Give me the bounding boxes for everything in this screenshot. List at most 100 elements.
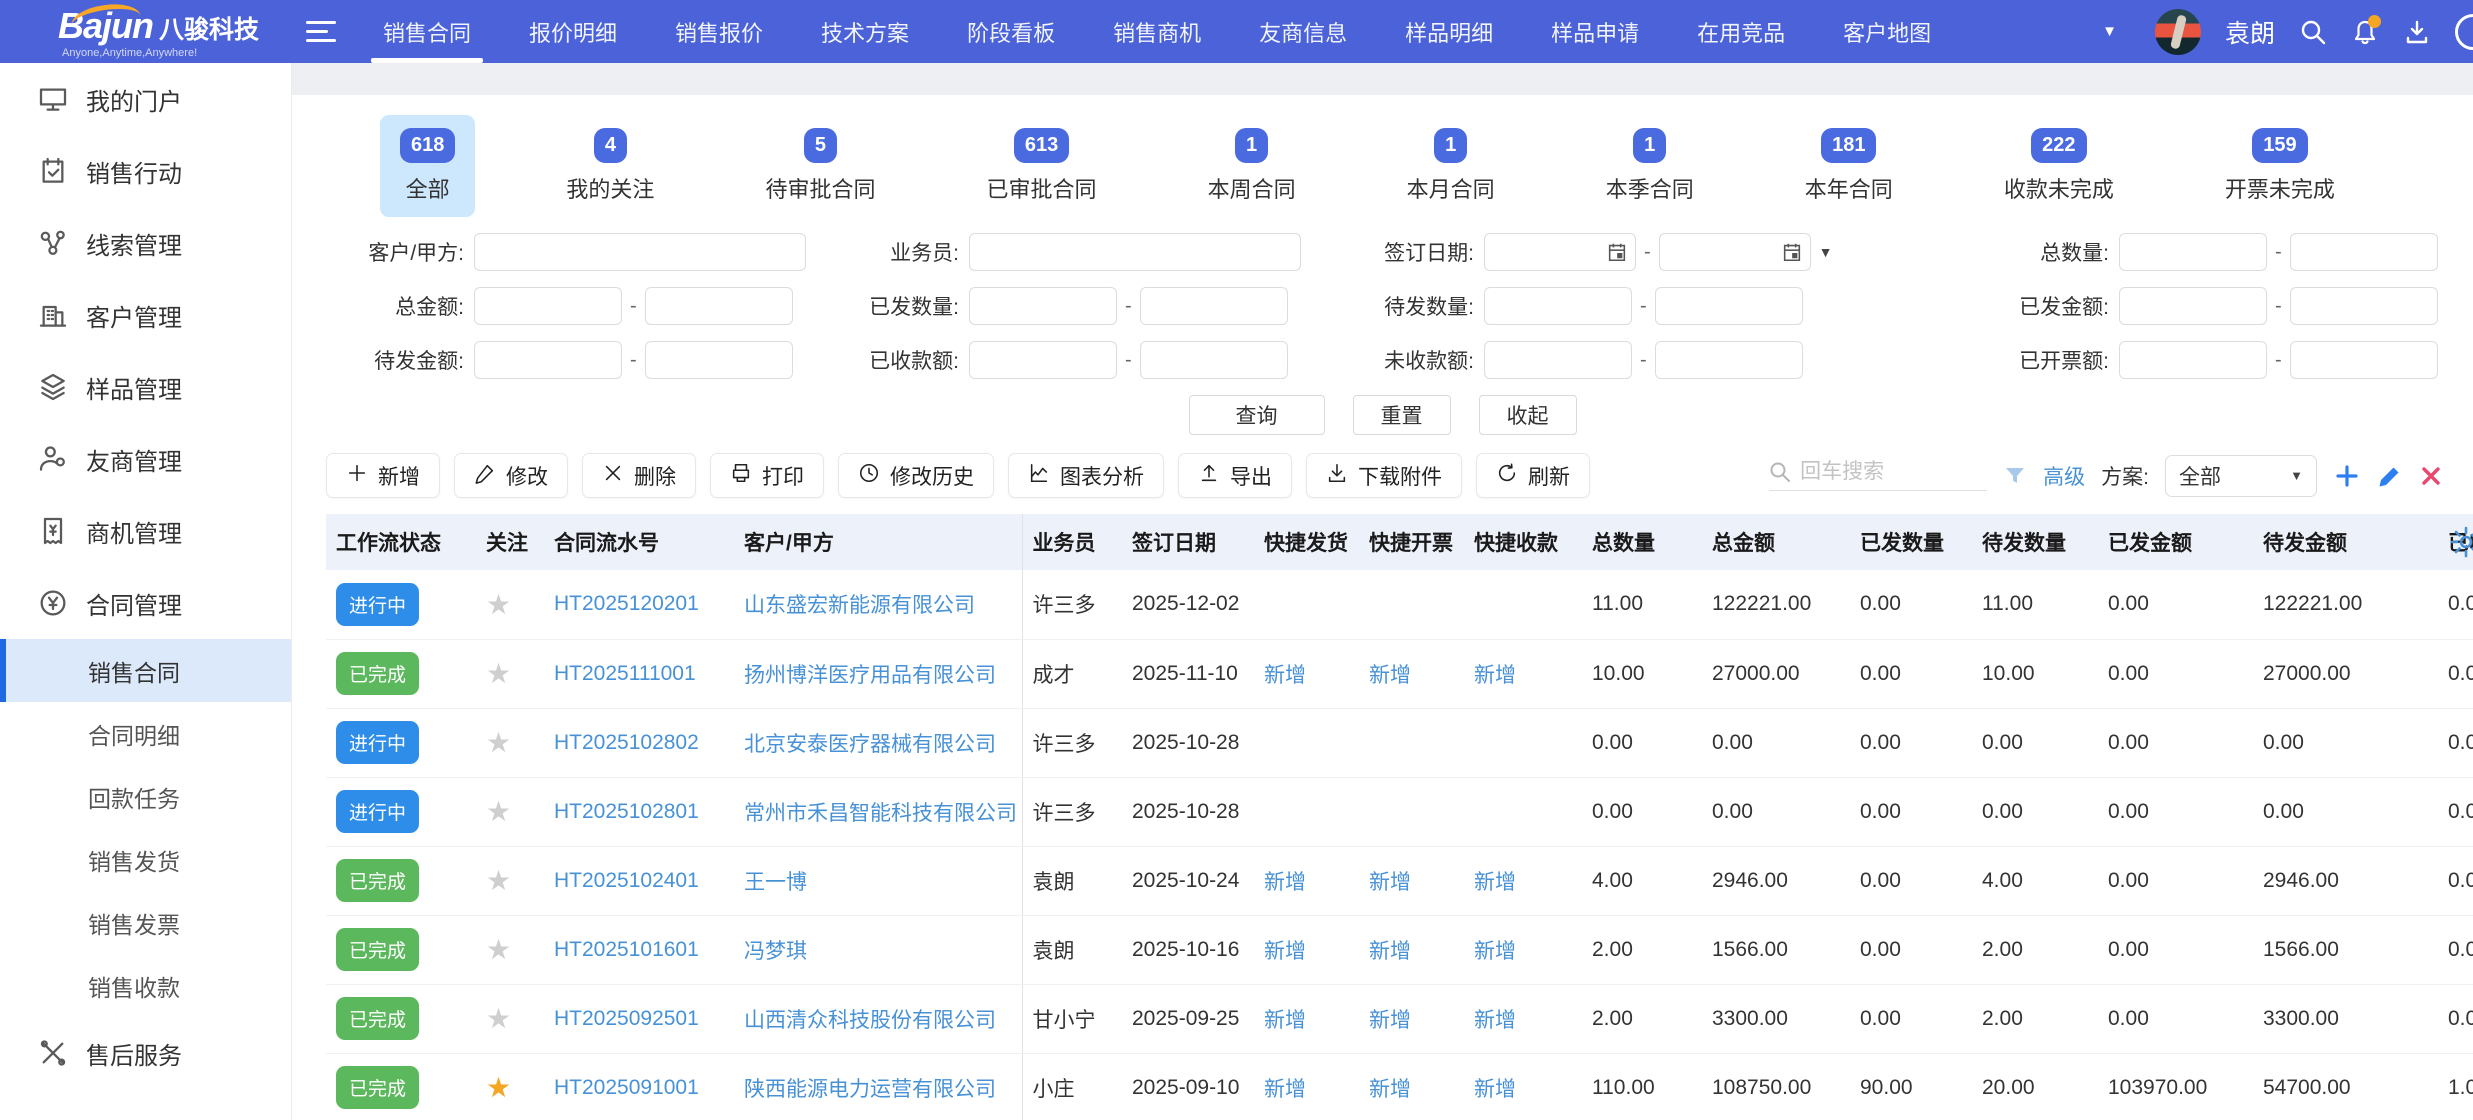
toolbar-clock-button[interactable]: 修改历史 [838, 453, 994, 498]
advanced-filter-link[interactable]: 高级 [2043, 461, 2085, 491]
nav-item-0[interactable]: 销售合同 [354, 0, 500, 63]
sidebar-item-2[interactable]: 线索管理 [0, 207, 291, 279]
sidebar-item-0[interactable]: 我的门户 [0, 63, 291, 135]
filter-range-min-input[interactable] [1484, 341, 1632, 379]
sidebar-item-7[interactable]: 合同管理 [0, 567, 291, 639]
star-icon[interactable]: ★ [486, 589, 511, 620]
toolbar-plus-button[interactable]: 新增 [326, 453, 440, 498]
toolbar-pencil-button[interactable]: 修改 [454, 453, 568, 498]
status-badge[interactable]: 已完成 [336, 859, 419, 902]
sidebar-item-1[interactable]: 销售行动 [0, 135, 291, 207]
quick-collect-link[interactable]: 新增 [1474, 1009, 1516, 1032]
notification-bell-icon[interactable] [2351, 18, 2379, 46]
filter-range-max-input[interactable] [2290, 233, 2438, 271]
filter-range-max-input[interactable] [645, 341, 793, 379]
customer-link[interactable]: 冯梦琪 [744, 940, 807, 963]
toolbar-refresh-button[interactable]: 刷新 [1476, 453, 1590, 498]
filter-range-min-input[interactable] [969, 287, 1117, 325]
contract-link[interactable]: HT2025092501 [554, 1007, 699, 1030]
quick-ship-link[interactable]: 新增 [1264, 664, 1306, 687]
customer-link[interactable]: 常州市禾昌智能科技有限公司 [744, 802, 1017, 825]
toolbar-x-button[interactable]: 删除 [582, 453, 696, 498]
nav-item-6[interactable]: 友商信息 [1230, 0, 1376, 63]
nav-item-1[interactable]: 报价明细 [500, 0, 646, 63]
nav-item-8[interactable]: 样品申请 [1522, 0, 1668, 63]
scheme-select[interactable]: 全部 ▼ [2165, 455, 2317, 497]
stat-7[interactable]: 181本年合同 [1785, 115, 1913, 217]
star-icon[interactable]: ★ [486, 796, 511, 827]
stat-6[interactable]: 1本季合同 [1586, 115, 1714, 217]
contract-link[interactable]: HT2025120201 [554, 592, 699, 615]
nav-item-7[interactable]: 样品明细 [1376, 0, 1522, 63]
nav-item-9[interactable]: 在用竞品 [1668, 0, 1814, 63]
nav-item-5[interactable]: 销售商机 [1084, 0, 1230, 63]
filter-range-max-input[interactable] [645, 287, 793, 325]
toolbar-export-button[interactable]: 导出 [1178, 453, 1292, 498]
sidebar-item-4[interactable]: 样品管理 [0, 351, 291, 423]
filter-range-max-input[interactable] [2290, 341, 2438, 379]
sidebar-item-3[interactable]: 客户管理 [0, 279, 291, 351]
stat-1[interactable]: 4我的关注 [546, 115, 674, 217]
sidebar-item-5[interactable]: 友商管理 [0, 423, 291, 495]
query-button[interactable]: 查询 [1189, 395, 1325, 435]
stat-3[interactable]: 613已审批合同 [967, 115, 1117, 217]
stat-5[interactable]: 1本月合同 [1387, 115, 1515, 217]
filter-input[interactable] [969, 233, 1301, 271]
add-scheme-button[interactable] [2333, 462, 2361, 490]
sidebar-subitem-4[interactable]: 销售发票 [0, 891, 291, 954]
stat-9[interactable]: 159开票未完成 [2205, 115, 2355, 217]
quick-invoice-link[interactable]: 新增 [1369, 1078, 1411, 1101]
toolbar-chart-button[interactable]: 图表分析 [1008, 453, 1164, 498]
filter-range-min-input[interactable] [474, 341, 622, 379]
quick-ship-link[interactable]: 新增 [1264, 940, 1306, 963]
status-badge[interactable]: 已完成 [336, 652, 419, 695]
stat-2[interactable]: 5待审批合同 [745, 115, 895, 217]
filter-range-min-input[interactable] [1484, 287, 1632, 325]
filter-range-max-input[interactable] [2290, 287, 2438, 325]
toolbar-printer-button[interactable]: 打印 [710, 453, 824, 498]
status-badge[interactable]: 进行中 [336, 721, 419, 764]
star-icon[interactable]: ★ [486, 865, 511, 896]
contract-link[interactable]: HT2025111001 [554, 662, 696, 685]
nav-item-4[interactable]: 阶段看板 [938, 0, 1084, 63]
delete-scheme-button[interactable] [2419, 464, 2443, 488]
customer-link[interactable]: 山东盛宏新能源有限公司 [744, 594, 975, 617]
status-badge[interactable]: 进行中 [336, 583, 419, 626]
quick-collect-link[interactable]: 新增 [1474, 940, 1516, 963]
quick-invoice-link[interactable]: 新增 [1369, 664, 1411, 687]
contract-link[interactable]: HT2025101601 [554, 938, 699, 961]
contract-link[interactable]: HT2025091001 [554, 1076, 699, 1099]
status-badge[interactable]: 已完成 [336, 1066, 419, 1109]
hamburger-menu-icon[interactable] [306, 15, 336, 48]
search-icon[interactable] [2299, 18, 2327, 46]
stat-4[interactable]: 1本周合同 [1188, 115, 1316, 217]
filter-range-max-input[interactable] [1655, 341, 1803, 379]
toolbar-download-button[interactable]: 下载附件 [1306, 453, 1462, 498]
stat-0[interactable]: 618全部 [380, 115, 475, 217]
reset-button[interactable]: 重置 [1353, 395, 1451, 435]
sidebar-item-6[interactable]: 商机管理 [0, 495, 291, 567]
filter-range-min-input[interactable] [2119, 287, 2267, 325]
sidebar-item-8[interactable]: 售后服务 [0, 1017, 291, 1089]
collapse-button[interactable]: 收起 [1479, 395, 1577, 435]
quick-collect-link[interactable]: 新增 [1474, 871, 1516, 894]
star-icon[interactable]: ★ [486, 658, 511, 689]
filter-range-max-input[interactable] [1655, 287, 1803, 325]
status-badge[interactable]: 已完成 [336, 997, 419, 1040]
date-caret-icon[interactable]: ▼ [1819, 244, 1833, 260]
quick-ship-link[interactable]: 新增 [1264, 1078, 1306, 1101]
filter-funnel-icon[interactable] [2003, 464, 2027, 488]
sidebar-subitem-1[interactable]: 合同明细 [0, 702, 291, 765]
filter-range-min-input[interactable] [2119, 341, 2267, 379]
quick-invoice-link[interactable]: 新增 [1369, 940, 1411, 963]
quick-ship-link[interactable]: 新增 [1264, 871, 1306, 894]
customer-link[interactable]: 扬州博洋医疗用品有限公司 [744, 664, 996, 687]
star-icon[interactable]: ★ [486, 934, 511, 965]
table-search-input[interactable] [1800, 460, 1970, 484]
sidebar-subitem-0[interactable]: 销售合同 [0, 639, 291, 702]
quick-ship-link[interactable]: 新增 [1264, 1009, 1306, 1032]
star-icon[interactable]: ★ [486, 1003, 511, 1034]
filter-range-min-input[interactable] [2119, 233, 2267, 271]
customer-link[interactable]: 北京安泰医疗器械有限公司 [744, 733, 996, 756]
nav-item-2[interactable]: 销售报价 [646, 0, 792, 63]
